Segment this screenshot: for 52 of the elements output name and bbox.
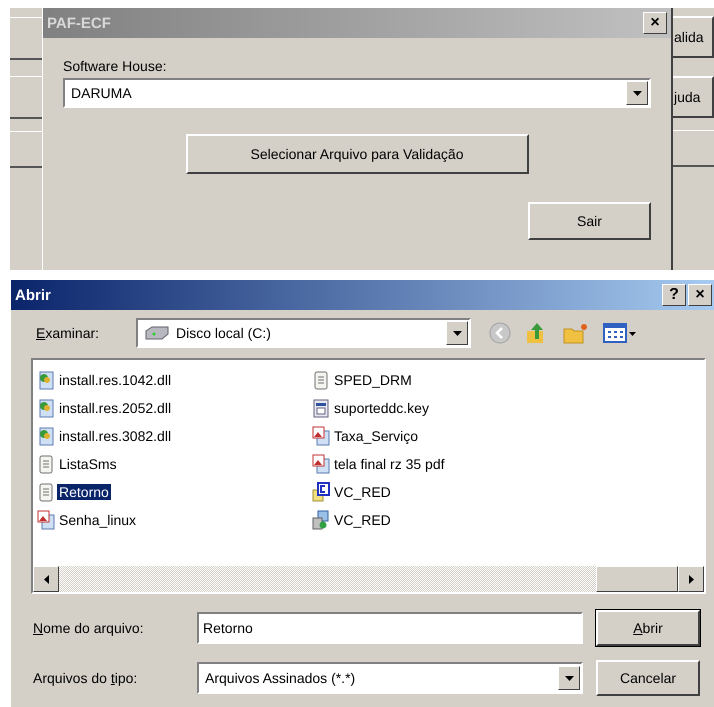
- file-item[interactable]: Retorno: [57, 484, 111, 500]
- scroll-left-icon: [42, 574, 50, 584]
- image-file-icon: [312, 454, 330, 474]
- side-button[interactable]: alida: [673, 16, 714, 58]
- dropdown-button[interactable]: [626, 81, 648, 105]
- dropdown-button[interactable]: [558, 666, 580, 690]
- dropdown-button[interactable]: [446, 321, 468, 345]
- drive-icon: [144, 326, 170, 340]
- back-icon[interactable]: [489, 322, 511, 344]
- file-name-field[interactable]: Retorno: [197, 612, 583, 644]
- window-title: Abrir: [15, 286, 52, 304]
- scroll-thumb[interactable]: [596, 566, 678, 592]
- installer-icon: [312, 510, 330, 530]
- file-item[interactable]: install.res.2052.dll: [57, 400, 174, 416]
- look-in-dropdown[interactable]: Disco local (C:): [136, 318, 471, 348]
- dropdown-arrow-icon: [564, 674, 574, 682]
- file-item[interactable]: VC_RED: [332, 512, 393, 528]
- exit-button[interactable]: Sair: [528, 202, 651, 240]
- file-item[interactable]: install.res.1042.dll: [57, 372, 174, 388]
- window-title: PAF-ECF: [47, 14, 111, 32]
- software-house-dropdown[interactable]: DARUMA: [63, 78, 651, 108]
- side-button[interactable]: juda: [673, 76, 714, 118]
- text-file-icon: [37, 482, 55, 502]
- select-file-button[interactable]: Selecionar Arquivo para Validação: [186, 134, 528, 174]
- file-name-label: Nome do arquivo:: [33, 620, 145, 636]
- file-item[interactable]: suporteddc.key: [332, 400, 431, 416]
- file-item[interactable]: tela final rz 35 pdf: [332, 456, 447, 472]
- cancel-button[interactable]: Cancelar: [596, 660, 700, 696]
- file-type-dropdown[interactable]: Arquivos Assinados (*.*): [197, 662, 583, 694]
- help-button[interactable]: ?: [662, 284, 686, 306]
- close-button[interactable]: ×: [688, 284, 712, 306]
- dropdown-arrow-icon: [632, 88, 642, 98]
- view-menu-icon[interactable]: [603, 322, 637, 344]
- file-item[interactable]: Senha_linux: [57, 512, 138, 528]
- text-file-icon: [312, 370, 330, 390]
- field-label: Software House:: [63, 58, 168, 74]
- file-type-label: Arquivos do tipo:: [33, 670, 138, 686]
- text-file-icon: [37, 454, 55, 474]
- file-item[interactable]: ListaSms: [57, 456, 119, 472]
- close-button[interactable]: ×: [643, 12, 667, 34]
- scroll-right-icon: [686, 574, 696, 584]
- horizontal-scrollbar[interactable]: [33, 566, 704, 592]
- image-file-icon: [312, 426, 330, 446]
- open-button[interactable]: Abrir: [596, 610, 700, 646]
- image-file-icon: [37, 510, 55, 530]
- dropdown-arrow-icon: [452, 328, 462, 338]
- c-file-icon: [312, 482, 330, 502]
- file-item[interactable]: VC_RED: [332, 484, 393, 500]
- file-item[interactable]: Taxa_Serviço: [332, 428, 420, 444]
- look-in-label: Examinar:: [36, 325, 100, 341]
- file-item[interactable]: SPED_DRM: [332, 372, 414, 388]
- file-item[interactable]: install.res.3082.dll: [57, 428, 174, 444]
